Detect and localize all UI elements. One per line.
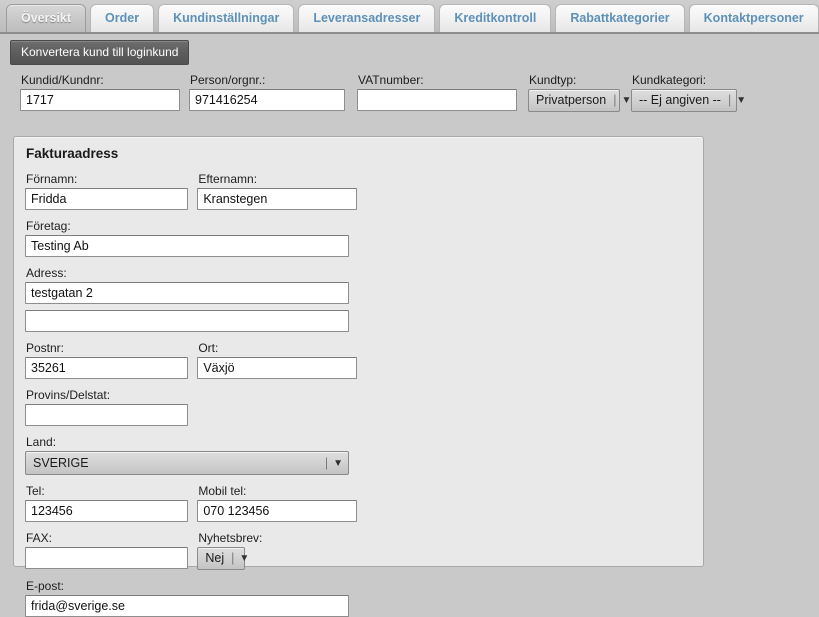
row-fax-newsletter: FAX: Nyhetsbrev: Nej | ▼ bbox=[14, 531, 703, 570]
field-postal-code: Postnr: bbox=[25, 341, 188, 379]
invoice-address-panel: Fakturaadress Förnamn: Efternamn: Företa… bbox=[13, 136, 704, 617]
dropdown-separator: | bbox=[231, 551, 235, 565]
newsletter-label: Nyhetsbrev: bbox=[198, 531, 263, 545]
phone-input[interactable] bbox=[25, 500, 188, 522]
customer-category-dropdown[interactable]: -- Ej angiven -- | ▼ bbox=[631, 89, 746, 112]
vat-number-label: VATnumber: bbox=[358, 73, 424, 87]
customer-type-value: Privatperson bbox=[536, 93, 607, 107]
last-name-label: Efternamn: bbox=[198, 172, 258, 186]
tab-order[interactable]: Order bbox=[90, 4, 155, 32]
tab-label: Kontaktpersoner bbox=[703, 11, 804, 25]
tab-label: Översikt bbox=[21, 11, 72, 25]
last-name-input[interactable] bbox=[197, 188, 358, 210]
customer-type-dropdown[interactable]: Privatperson | ▼ bbox=[528, 89, 631, 112]
row-address-2 bbox=[14, 310, 703, 332]
tab-kontaktpersoner[interactable]: Kontaktpersoner bbox=[688, 4, 819, 32]
fax-input[interactable] bbox=[25, 547, 188, 569]
city-input[interactable] bbox=[197, 357, 358, 379]
tab-rabattkategorier[interactable]: Rabattkategorier bbox=[555, 4, 685, 32]
tab-label: Kundinställningar bbox=[173, 11, 280, 25]
customer-id-label: Kundid/Kundnr: bbox=[21, 73, 104, 87]
row-email: E-post: bbox=[14, 579, 703, 617]
fax-label: FAX: bbox=[26, 531, 53, 545]
first-name-input[interactable] bbox=[25, 188, 188, 210]
field-last-name: Efternamn: bbox=[197, 172, 358, 210]
tab-leveransadresser[interactable]: Leveransadresser bbox=[298, 4, 436, 32]
chevron-down-icon: ▼ bbox=[736, 95, 747, 106]
country-dropdown[interactable]: SVERIGE | ▼ bbox=[25, 451, 349, 475]
newsletter-value: Nej bbox=[205, 551, 225, 565]
dropdown-separator: | bbox=[727, 93, 732, 107]
chevron-down-icon: ▼ bbox=[621, 95, 632, 106]
person-org-nr-input[interactable] bbox=[189, 89, 345, 111]
phone-label: Tel: bbox=[26, 484, 45, 498]
dropdown-separator: | bbox=[613, 93, 617, 107]
tab-kreditkontroll[interactable]: Kreditkontroll bbox=[439, 4, 552, 32]
address-line2-input[interactable] bbox=[25, 310, 349, 332]
person-org-nr-label: Person/orgnr.: bbox=[190, 73, 266, 87]
toolbar: Konvertera kund till loginkund bbox=[0, 34, 819, 69]
chevron-down-icon: ▼ bbox=[239, 553, 250, 564]
field-fax: FAX: bbox=[25, 531, 188, 569]
field-person-org-nr: Person/orgnr.: bbox=[189, 73, 345, 111]
company-label: Företag: bbox=[26, 219, 71, 233]
field-phone: Tel: bbox=[25, 484, 188, 522]
convert-customer-to-login-button[interactable]: Konvertera kund till loginkund bbox=[10, 40, 190, 65]
field-vat-number: VATnumber: bbox=[357, 73, 517, 111]
province-input[interactable] bbox=[25, 404, 188, 426]
field-customer-id: Kundid/Kundnr: bbox=[20, 73, 180, 111]
country-value: SVERIGE bbox=[33, 455, 89, 470]
row-company: Företag: bbox=[14, 219, 703, 257]
email-input[interactable] bbox=[25, 595, 349, 617]
field-mobile: Mobil tel: bbox=[197, 484, 358, 522]
address-label: Adress: bbox=[26, 266, 67, 280]
dropdown-separator: | bbox=[324, 455, 329, 470]
field-first-name: Förnamn: bbox=[25, 172, 188, 210]
row-province: Provins/Delstat: bbox=[14, 388, 703, 426]
email-label: E-post: bbox=[26, 579, 65, 593]
field-city: Ort: bbox=[197, 341, 358, 379]
tab-kundinstallningar[interactable]: Kundinställningar bbox=[158, 4, 295, 32]
chevron-down-icon: ▼ bbox=[333, 457, 343, 469]
company-input[interactable] bbox=[25, 235, 349, 257]
row-phones: Tel: Mobil tel: bbox=[14, 484, 703, 522]
tab-bar: Översikt Order Kundinställningar Leveran… bbox=[0, 0, 819, 34]
postal-code-input[interactable] bbox=[25, 357, 188, 379]
customer-header-fields: Kundid/Kundnr: Person/orgnr.: VATnumber:… bbox=[0, 73, 819, 125]
newsletter-dropdown[interactable]: Nej | ▼ bbox=[197, 547, 249, 570]
country-label: Land: bbox=[26, 435, 57, 449]
customer-category-label: Kundkategori: bbox=[632, 73, 707, 87]
tab-label: Rabattkategorier bbox=[570, 11, 670, 25]
customer-type-label: Kundtyp: bbox=[529, 73, 577, 87]
customer-category-value: -- Ej angiven -- bbox=[639, 93, 721, 107]
tab-oversikt[interactable]: Översikt bbox=[6, 4, 87, 32]
vat-number-input[interactable] bbox=[357, 89, 517, 111]
province-label: Provins/Delstat: bbox=[26, 388, 111, 402]
tab-label: Kreditkontroll bbox=[454, 11, 537, 25]
customer-id-input[interactable] bbox=[20, 89, 180, 111]
mobile-input[interactable] bbox=[197, 500, 358, 522]
city-label: Ort: bbox=[198, 341, 219, 355]
postal-code-label: Postnr: bbox=[26, 341, 65, 355]
first-name-label: Förnamn: bbox=[26, 172, 78, 186]
tab-label: Leveransadresser bbox=[313, 11, 421, 25]
address-line1-input[interactable] bbox=[25, 282, 349, 304]
row-name: Förnamn: Efternamn: bbox=[14, 172, 703, 210]
row-postal-city: Postnr: Ort: bbox=[14, 341, 703, 379]
tab-label: Order bbox=[105, 11, 140, 25]
field-customer-type: Kundtyp: Privatperson | ▼ bbox=[528, 73, 631, 112]
field-newsletter: Nyhetsbrev: Nej | ▼ bbox=[197, 531, 357, 570]
field-customer-category: Kundkategori: -- Ej angiven -- | ▼ bbox=[631, 73, 746, 112]
invoice-address-title: Fakturaadress bbox=[26, 146, 119, 161]
row-address: Adress: bbox=[14, 266, 703, 304]
mobile-label: Mobil tel: bbox=[198, 484, 247, 498]
row-country: Land: SVERIGE | ▼ bbox=[14, 435, 703, 475]
